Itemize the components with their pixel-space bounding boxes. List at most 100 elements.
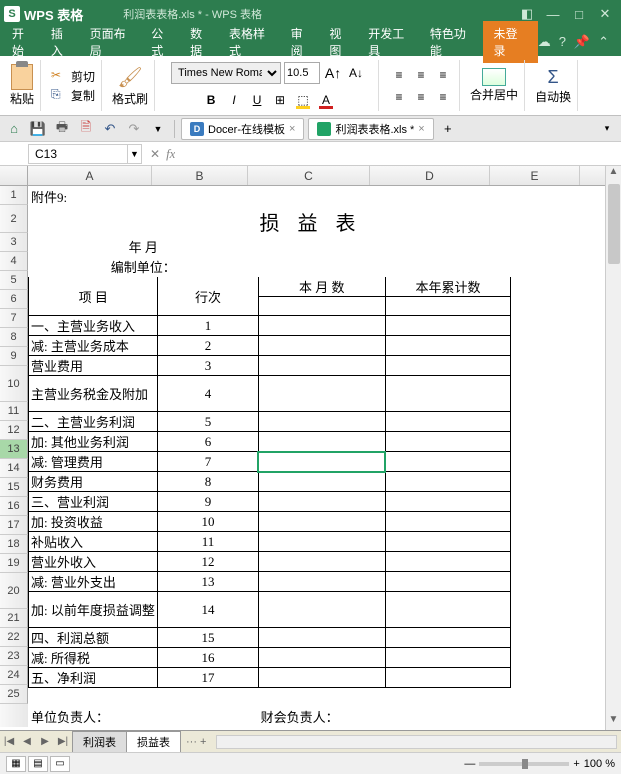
cell[interactable] xyxy=(385,552,510,572)
cell[interactable]: 营业费用 xyxy=(29,356,158,376)
cell[interactable] xyxy=(385,472,510,492)
zoom-slider[interactable] xyxy=(479,762,569,766)
print-icon[interactable]: 🖶 xyxy=(52,119,72,139)
cell[interactable] xyxy=(385,432,510,452)
docer-tab[interactable]: D Docer-在线模板 × xyxy=(181,118,304,140)
pin-icon[interactable]: 📌 xyxy=(574,34,590,50)
cell[interactable] xyxy=(511,668,605,688)
cell[interactable]: 行次 xyxy=(158,277,258,316)
next-sheet-icon[interactable]: ▶ xyxy=(36,736,54,747)
cell[interactable]: 五、净利润 xyxy=(29,668,158,688)
cell[interactable]: 四、利润总额 xyxy=(29,628,158,648)
cell[interactable] xyxy=(385,187,510,207)
cell[interactable] xyxy=(385,316,510,336)
cell[interactable]: 6 xyxy=(158,432,258,452)
underline-button[interactable]: U xyxy=(247,90,267,110)
close-tab-icon[interactable]: × xyxy=(289,123,295,135)
col-header[interactable]: B xyxy=(152,166,248,185)
cell[interactable] xyxy=(258,432,385,452)
cell[interactable] xyxy=(385,592,510,628)
cell[interactable]: 主营业务税金及附加 xyxy=(29,376,158,412)
cell[interactable] xyxy=(385,628,510,648)
cell[interactable]: 3 xyxy=(158,356,258,376)
cell[interactable]: 减: 营业外支出 xyxy=(29,572,158,592)
col-header[interactable]: A xyxy=(28,166,152,185)
cell[interactable] xyxy=(511,572,605,592)
cell[interactable]: 项 目 xyxy=(29,277,158,316)
cell[interactable] xyxy=(258,257,385,277)
zoom-out-button[interactable]: — xyxy=(464,758,475,770)
login-button[interactable]: 未登录 xyxy=(483,21,537,63)
add-sheet-button[interactable]: ··· + xyxy=(180,734,212,750)
cells-area[interactable]: 附件9:损益表年 月编制单位：项 目行次本 月 数本年累计数一、主营业务收入1减… xyxy=(28,186,605,727)
cell[interactable]: 减: 主营业务成本 xyxy=(29,336,158,356)
normal-view-button[interactable]: ▦ xyxy=(6,756,26,772)
menu-formula[interactable]: 公式 xyxy=(143,21,182,63)
row-header[interactable]: 18 xyxy=(0,535,28,554)
name-box-dropdown[interactable]: ▼ xyxy=(128,144,142,164)
cell[interactable]: 一、主营业务收入 xyxy=(29,316,158,336)
vertical-scrollbar[interactable]: ▲ ▼ xyxy=(605,166,621,730)
cell[interactable] xyxy=(385,688,510,707)
cell[interactable] xyxy=(258,316,385,336)
cell[interactable]: 9 xyxy=(158,492,258,512)
cell[interactable] xyxy=(385,257,510,277)
last-sheet-icon[interactable]: ▶| xyxy=(54,736,72,747)
cell[interactable]: 16 xyxy=(158,648,258,668)
row-header[interactable]: 3 xyxy=(0,233,28,252)
cell[interactable]: 10 xyxy=(158,512,258,532)
page-view-button[interactable]: ▤ xyxy=(28,756,48,772)
cell[interactable] xyxy=(258,237,385,257)
cell[interactable] xyxy=(258,532,385,552)
cell[interactable] xyxy=(511,512,605,532)
menu-table-style[interactable]: 表格样式 xyxy=(221,21,283,63)
scroll-down-icon[interactable]: ▼ xyxy=(606,714,621,730)
row-header[interactable]: 6 xyxy=(0,290,28,309)
cell[interactable] xyxy=(258,512,385,532)
prev-sheet-icon[interactable]: ◀ xyxy=(18,736,36,747)
row-header[interactable]: 14 xyxy=(0,459,28,478)
row-header[interactable]: 19 xyxy=(0,554,28,573)
cell[interactable]: 加: 其他业务利润 xyxy=(29,432,158,452)
cell[interactable] xyxy=(385,532,510,552)
row-header[interactable]: 24 xyxy=(0,666,28,685)
scroll-up-icon[interactable]: ▲ xyxy=(606,166,621,182)
cell[interactable]: 减: 管理费用 xyxy=(29,452,158,472)
close-tab-icon[interactable]: × xyxy=(418,123,424,135)
row-header[interactable]: 9 xyxy=(0,347,28,366)
cell[interactable] xyxy=(385,512,510,532)
cell[interactable] xyxy=(511,412,605,432)
name-box[interactable]: C13 xyxy=(28,144,128,164)
cell[interactable] xyxy=(385,648,510,668)
menu-layout[interactable]: 页面布局 xyxy=(82,21,144,63)
file-tab[interactable]: 利润表表格.xls * × xyxy=(308,118,433,140)
undo-icon[interactable]: ↶ xyxy=(100,119,120,139)
border-button[interactable]: ⊞ xyxy=(270,90,290,110)
cell[interactable] xyxy=(258,297,385,316)
zoom-in-button[interactable]: + xyxy=(573,758,579,770)
fill-color-button[interactable]: ⬚ xyxy=(293,90,313,110)
menu-special[interactable]: 特色功能 xyxy=(422,21,484,63)
col-header[interactable]: D xyxy=(370,166,490,185)
align-left-button[interactable]: ≡ xyxy=(411,87,431,107)
new-tab-button[interactable]: + xyxy=(438,119,458,139)
cell[interactable]: 1 xyxy=(158,316,258,336)
cell[interactable] xyxy=(258,592,385,628)
cell[interactable] xyxy=(258,688,385,707)
row-header[interactable]: 12 xyxy=(0,421,28,440)
cell[interactable]: 12 xyxy=(158,552,258,572)
cut-button[interactable]: ✂剪切 xyxy=(51,67,95,86)
cell[interactable]: 加: 投资收益 xyxy=(29,512,158,532)
font-name-select[interactable]: Times New Roman xyxy=(171,62,281,84)
copy-button[interactable]: ⎘复制 xyxy=(51,86,95,105)
cell[interactable] xyxy=(258,336,385,356)
cell[interactable]: 8 xyxy=(158,472,258,492)
row-header[interactable]: 5 xyxy=(0,271,28,290)
row-header[interactable]: 23 xyxy=(0,647,28,666)
cell[interactable]: 年 月 xyxy=(29,237,259,257)
cell[interactable] xyxy=(385,572,510,592)
cell[interactable] xyxy=(385,492,510,512)
cell[interactable]: 15 xyxy=(158,628,258,648)
cell[interactable] xyxy=(258,552,385,572)
cell[interactable] xyxy=(258,628,385,648)
